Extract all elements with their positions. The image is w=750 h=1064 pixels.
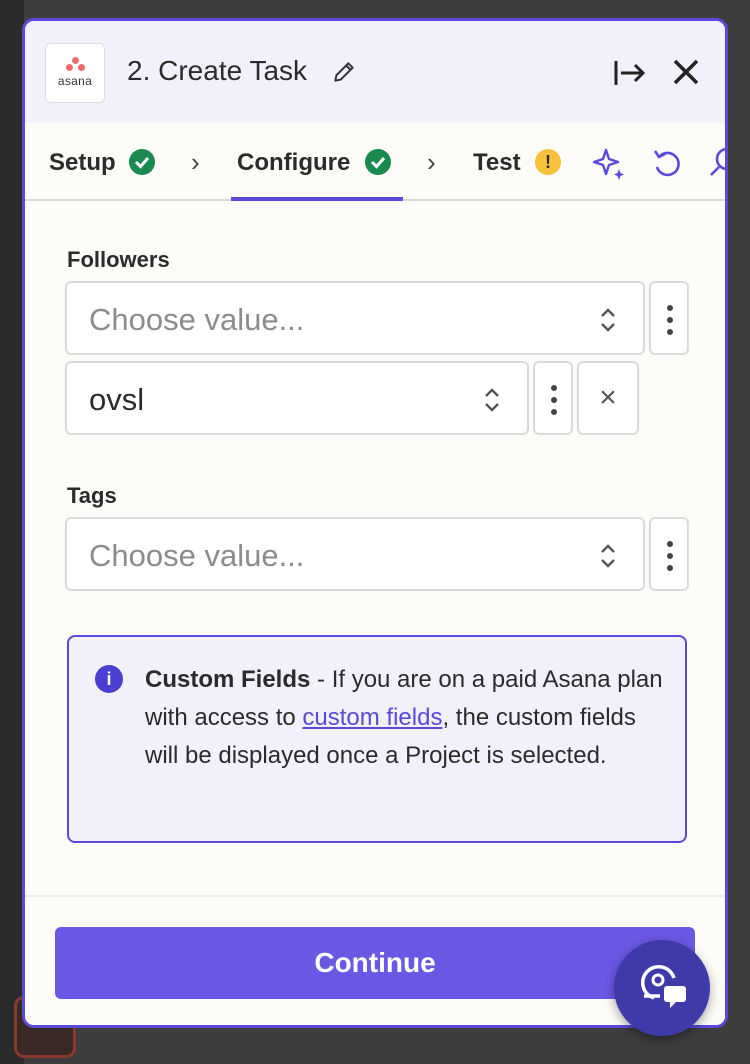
followers-options-button[interactable] xyxy=(649,281,689,355)
asana-logo-text: asana xyxy=(57,74,93,88)
tags-select[interactable]: Choose value... xyxy=(65,517,645,591)
asana-logo: asana xyxy=(45,43,105,103)
info-icon: i xyxy=(95,665,123,693)
close-icon[interactable] xyxy=(671,57,701,87)
tab-configure[interactable]: Configure xyxy=(237,149,350,177)
kebab-icon xyxy=(551,385,557,391)
search-icon[interactable] xyxy=(705,145,728,181)
step-title: 2. Create Task xyxy=(127,55,308,86)
kebab-icon xyxy=(667,305,673,311)
follower-value-select[interactable]: ovsl xyxy=(65,361,529,435)
remove-follower-button[interactable]: × xyxy=(577,361,639,435)
chat-support-button[interactable] xyxy=(614,940,710,1036)
tags-placeholder: Choose value... xyxy=(89,538,305,573)
tags-label: Tags xyxy=(67,483,117,508)
step-tabs: Setup › Configure › Test ! xyxy=(25,123,725,201)
active-tab-indicator xyxy=(231,197,403,201)
up-down-icon xyxy=(601,308,615,332)
custom-fields-info-text: Custom Fields - If you are on a paid Asa… xyxy=(145,661,665,775)
custom-fields-link[interactable]: custom fields xyxy=(302,704,442,731)
warning-icon: ! xyxy=(535,149,561,175)
sparkle-icon[interactable] xyxy=(591,145,627,181)
custom-fields-info: i Custom Fields - If you are on a paid A… xyxy=(67,635,687,843)
check-icon xyxy=(129,149,155,175)
create-task-panel: asana 2. Create Task Setup › Configure ›… xyxy=(22,18,728,1028)
followers-placeholder: Choose value... xyxy=(89,302,305,337)
follower-value: ovsl xyxy=(89,382,145,417)
chevron-right-icon: › xyxy=(427,147,436,177)
tags-options-button[interactable] xyxy=(649,517,689,591)
check-icon xyxy=(365,149,391,175)
background-sidebar xyxy=(0,0,24,1064)
collapse-panel-icon[interactable] xyxy=(613,57,647,89)
chat-support-icon xyxy=(640,964,686,1008)
undo-icon[interactable] xyxy=(649,145,685,181)
asana-logo-icon xyxy=(66,57,86,71)
panel-header: asana 2. Create Task xyxy=(25,21,725,123)
tab-setup[interactable]: Setup xyxy=(49,149,116,177)
up-down-icon xyxy=(601,544,615,568)
kebab-icon xyxy=(667,541,673,547)
custom-fields-heading: Custom Fields xyxy=(145,666,311,693)
continue-button[interactable]: Continue xyxy=(55,927,695,999)
tab-test[interactable]: Test xyxy=(473,149,521,177)
chevron-right-icon: › xyxy=(191,147,200,177)
follower-value-options-button[interactable] xyxy=(533,361,573,435)
followers-label: Followers xyxy=(67,247,170,272)
edit-icon[interactable] xyxy=(331,59,357,85)
up-down-icon xyxy=(485,388,499,412)
followers-select[interactable]: Choose value... xyxy=(65,281,645,355)
